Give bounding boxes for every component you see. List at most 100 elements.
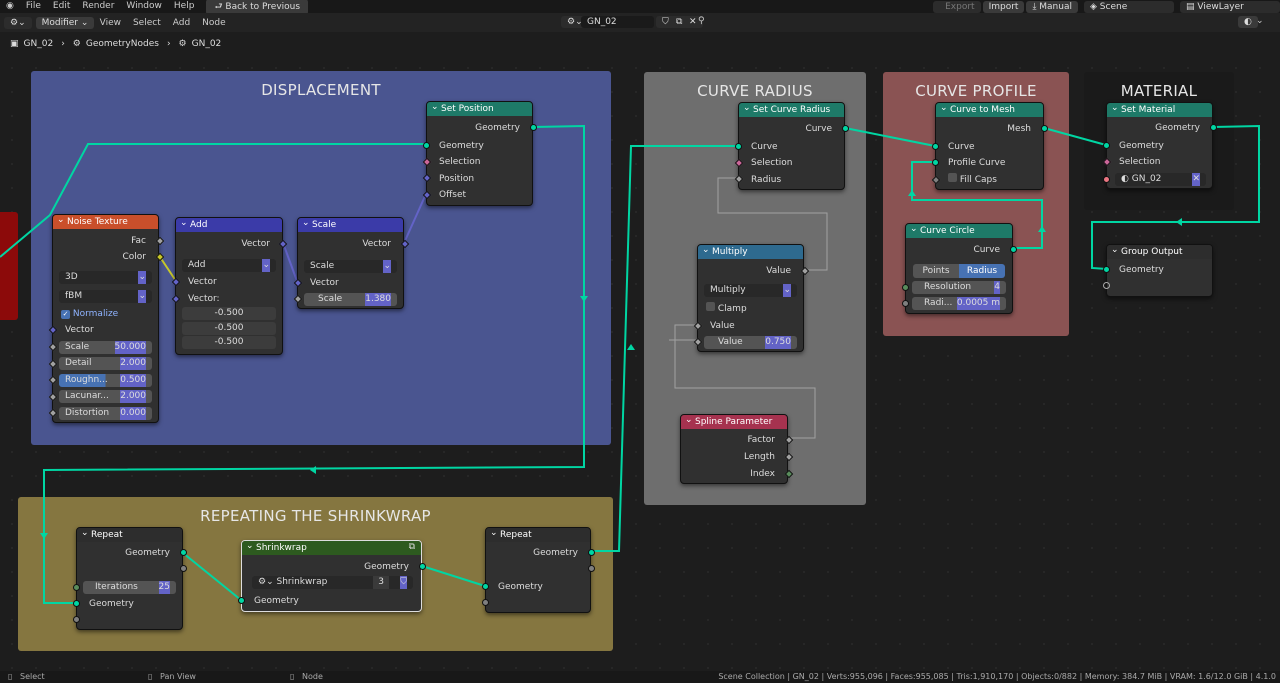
mode-radius-button[interactable]: Radius xyxy=(959,264,1005,278)
scale-field[interactable]: Scale 50.000 xyxy=(59,341,152,354)
node-header[interactable]: Group Output xyxy=(1107,243,1212,259)
node-header[interactable]: Scale xyxy=(298,216,403,232)
socket[interactable] xyxy=(902,300,909,307)
normalize-checkbox[interactable]: ✓ Normalize xyxy=(53,307,158,321)
type-dropdown[interactable]: fBM ⌄ xyxy=(59,290,152,303)
scale-field[interactable]: Scale 1.380 xyxy=(304,293,397,306)
header-add-menu[interactable]: Add xyxy=(167,18,196,28)
distortion-field[interactable]: Distortion 0.000 xyxy=(59,407,152,420)
overlay-icon[interactable]: ◐ xyxy=(1238,16,1258,28)
resolution-field[interactable]: Resolution 4 xyxy=(912,281,1006,294)
node-math-multiply[interactable]: Multiply Value Multiply ⌄ Clamp Value Val… xyxy=(693,243,810,352)
node-set-material[interactable]: Set Material Geometry Geometry Selection… xyxy=(1102,101,1217,189)
node-header[interactable]: Spline Parameter xyxy=(681,413,787,429)
node-header[interactable]: Curve to Mesh xyxy=(936,101,1043,117)
node-header[interactable]: Add xyxy=(176,216,282,232)
socket[interactable] xyxy=(1210,124,1217,131)
node-spline-parameter[interactable]: Spline Parameter Factor Length Index xyxy=(680,413,794,484)
socket[interactable] xyxy=(932,159,939,166)
node-header[interactable]: Shrinkwrap xyxy=(242,539,421,555)
operation-dropdown[interactable]: Multiply ⌄ xyxy=(704,284,797,297)
pin-icon[interactable]: ⚲ xyxy=(698,16,705,26)
breadcrumb-object[interactable]: GN_02 xyxy=(24,39,54,49)
socket[interactable] xyxy=(180,565,187,572)
blender-logo-icon[interactable]: ◉ xyxy=(0,0,20,13)
header-node-menu[interactable]: Node xyxy=(196,18,232,28)
socket[interactable] xyxy=(423,142,430,149)
node-header[interactable]: Repeat xyxy=(486,526,590,542)
socket[interactable] xyxy=(1103,142,1110,149)
group-selector[interactable]: ⚙⌄ Shrinkwrap 3 ⛉ xyxy=(252,576,413,589)
close-icon[interactable]: ✕ xyxy=(1192,173,1200,186)
vector-y-field[interactable]: -0.500 xyxy=(182,322,276,335)
node-set-position[interactable]: Set Position Geometry Geometry Selection… xyxy=(422,100,537,206)
node-vector-add[interactable]: Add Vector Add ⌄ Vector Vector: -0.500 -0… xyxy=(171,216,288,355)
socket[interactable] xyxy=(932,143,939,150)
node-header[interactable]: Noise Texture xyxy=(53,213,158,229)
socket[interactable] xyxy=(482,599,489,606)
breadcrumb-node-tree[interactable]: GN_02 xyxy=(192,39,222,49)
node-header[interactable]: Set Material xyxy=(1107,101,1212,117)
detail-field[interactable]: Detail 2.000 xyxy=(59,357,152,370)
vector-x-field[interactable]: -0.500 xyxy=(182,307,276,320)
operation-dropdown[interactable]: Add ⌄ xyxy=(182,259,276,272)
header-view-menu[interactable]: View xyxy=(94,18,127,28)
operation-dropdown[interactable]: Scale ⌄ xyxy=(304,260,397,273)
node-group-output[interactable]: Group Output Geometry xyxy=(1103,243,1213,297)
node-header[interactable]: Repeat xyxy=(77,526,182,542)
breadcrumb-modifier[interactable]: GeometryNodes xyxy=(86,39,159,49)
socket[interactable] xyxy=(1010,246,1017,253)
manual-button[interactable]: ⤓ Manual xyxy=(1026,0,1078,13)
socket[interactable] xyxy=(588,565,595,572)
editor-type-icon[interactable]: ⚙⌄ xyxy=(4,16,32,29)
socket[interactable] xyxy=(530,124,537,131)
iterations-field[interactable]: Iterations 25 xyxy=(83,581,176,594)
node-tree-name-field[interactable]: GN_02 xyxy=(581,16,654,28)
node-repeat-output[interactable]: Repeat Geometry Geometry xyxy=(482,526,595,613)
menu-window[interactable]: Window xyxy=(120,0,168,13)
shield-icon[interactable]: ⛉ xyxy=(400,576,407,589)
node-header[interactable]: Set Position xyxy=(427,100,532,116)
node-header[interactable]: Curve Circle xyxy=(906,222,1012,238)
socket[interactable] xyxy=(73,600,80,607)
dimensions-dropdown[interactable]: 3D ⌄ xyxy=(59,271,152,284)
socket[interactable] xyxy=(735,143,742,150)
export-button[interactable]: Export xyxy=(932,0,981,13)
socket[interactable] xyxy=(73,616,80,623)
socket[interactable] xyxy=(482,583,489,590)
socket[interactable] xyxy=(902,284,909,291)
menu-edit[interactable]: Edit xyxy=(47,0,76,13)
node-repeat-input[interactable]: Repeat Geometry Iterations 25 Geometry xyxy=(73,526,187,630)
socket[interactable] xyxy=(419,563,426,570)
roughness-field[interactable]: Roughn... 0.500 xyxy=(59,374,152,387)
menu-file[interactable]: File xyxy=(20,0,47,13)
header-select-menu[interactable]: Select xyxy=(127,18,167,28)
menu-help[interactable]: Help xyxy=(168,0,201,13)
socket[interactable] xyxy=(1103,282,1110,289)
vector-z-field[interactable]: -0.500 xyxy=(182,336,276,349)
mode-points-button[interactable]: Points xyxy=(913,264,959,278)
clamp-checkbox[interactable]: Clamp xyxy=(698,302,803,316)
node-set-curve-radius[interactable]: Set Curve Radius Curve Curve Selection R… xyxy=(734,101,849,190)
view-layer-selector[interactable]: ▤ ViewLayer xyxy=(1180,0,1280,13)
node-header[interactable]: Set Curve Radius xyxy=(739,101,844,117)
sidebar-toggle-icon[interactable]: ⌄ xyxy=(1256,16,1264,26)
node-noise-texture[interactable]: Noise Texture Fac Color 3D ⌄ fBM ⌄ ✓ Norma… xyxy=(48,213,165,423)
node-curve-to-mesh[interactable]: Curve to Mesh Mesh Curve Profile Curve F… xyxy=(931,101,1048,190)
material-selector[interactable]: ◐ GN_02 ✕ xyxy=(1115,173,1206,186)
fill-caps-checkbox[interactable]: Fill Caps xyxy=(936,173,1043,187)
user-count[interactable]: 3 xyxy=(373,576,389,589)
socket[interactable] xyxy=(588,549,595,556)
node-shrinkwrap-group[interactable]: Shrinkwrap ⧉ Geometry ⚙⌄ Shrinkwrap 3 ⛉ Ge… xyxy=(238,539,426,612)
socket[interactable] xyxy=(1103,176,1110,183)
socket[interactable] xyxy=(238,597,245,604)
offscreen-node[interactable] xyxy=(0,212,18,320)
socket[interactable] xyxy=(1041,125,1048,132)
socket[interactable] xyxy=(180,549,187,556)
value-field[interactable]: Value 0.750 xyxy=(704,336,797,349)
node-vector-scale[interactable]: Scale Vector Scale ⌄ Vector Scale 1.380 xyxy=(293,216,410,309)
socket[interactable] xyxy=(842,125,849,132)
scene-selector[interactable]: ◈ Scene xyxy=(1084,0,1174,13)
socket[interactable] xyxy=(1103,266,1110,273)
mode-selector[interactable]: Modifier ⌄ xyxy=(35,16,94,29)
